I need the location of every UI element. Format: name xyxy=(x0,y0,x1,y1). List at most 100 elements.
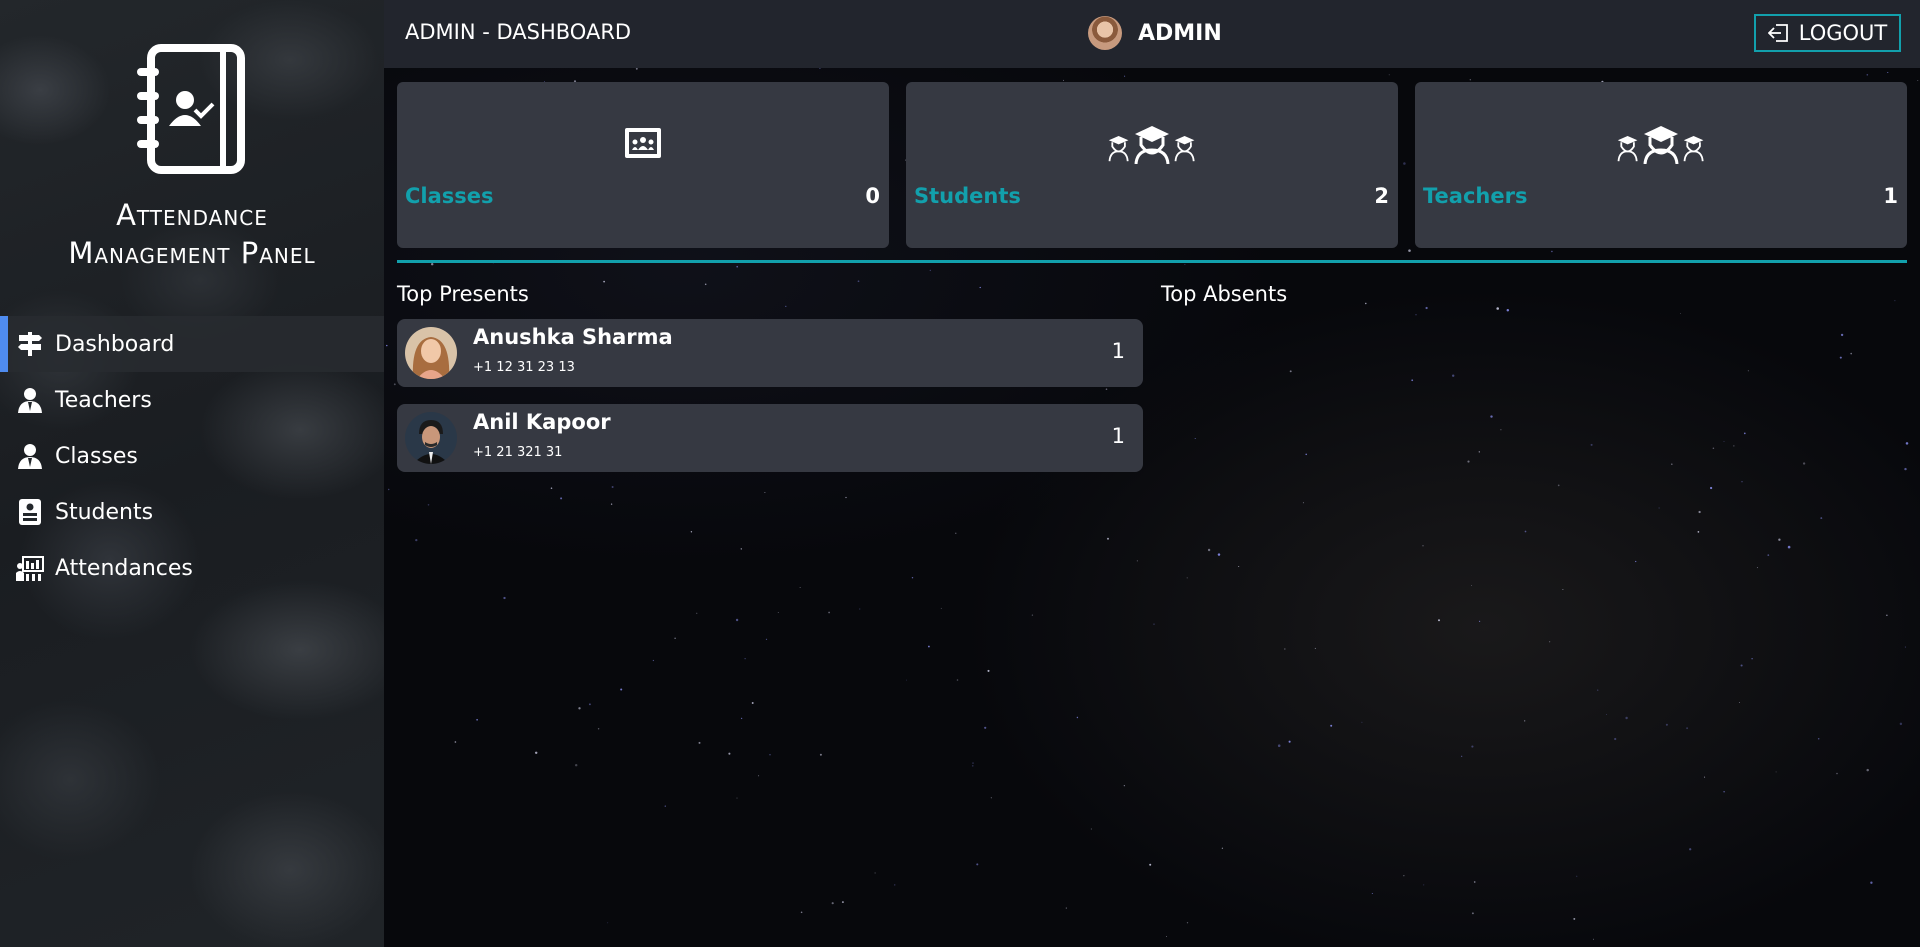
present-count: 1 xyxy=(1111,424,1125,448)
star xyxy=(955,532,957,534)
star xyxy=(1593,938,1594,940)
attendance-board-icon xyxy=(16,554,44,582)
star xyxy=(1712,447,1715,449)
star xyxy=(1590,443,1593,446)
star xyxy=(534,751,538,755)
star xyxy=(603,280,605,283)
star xyxy=(1186,922,1189,924)
star xyxy=(828,611,830,614)
star xyxy=(1136,560,1138,562)
star xyxy=(744,658,746,660)
star xyxy=(664,805,666,807)
star xyxy=(740,548,742,550)
star xyxy=(427,504,430,506)
star xyxy=(611,486,614,488)
star xyxy=(454,741,457,743)
star xyxy=(1917,80,1919,81)
sidebar-item-attendances[interactable]: Attendances xyxy=(0,540,384,596)
star xyxy=(1839,356,1842,359)
star xyxy=(696,612,698,614)
star xyxy=(1698,510,1701,514)
star xyxy=(1671,463,1673,466)
logout-icon xyxy=(1767,23,1790,43)
list-item[interactable]: Anushka Sharma +1 12 31 23 13 1 xyxy=(397,319,1143,387)
avatar xyxy=(405,327,457,379)
user-profile[interactable]: ADMIN xyxy=(1088,16,1222,50)
star xyxy=(1388,74,1390,76)
stat-count: 2 xyxy=(1374,184,1389,208)
star xyxy=(764,492,766,493)
app-title-line2: Management Panel xyxy=(68,236,316,270)
sidebar-item-dashboard[interactable]: Dashboard xyxy=(0,316,384,372)
star xyxy=(1817,738,1820,740)
sidebar-item-label: Dashboard xyxy=(55,331,175,357)
star xyxy=(1723,440,1725,442)
star xyxy=(874,872,876,874)
star xyxy=(620,688,623,691)
star xyxy=(674,637,676,639)
star xyxy=(1478,451,1480,453)
star xyxy=(927,645,930,648)
graduates-icon xyxy=(906,122,1398,166)
star xyxy=(1305,453,1307,456)
star xyxy=(1496,307,1499,310)
star xyxy=(736,265,738,268)
star xyxy=(984,726,987,729)
student-name: Anil Kapoor xyxy=(473,410,611,434)
star xyxy=(819,68,821,69)
divider xyxy=(397,260,1907,263)
star xyxy=(1697,531,1700,533)
address-book-icon xyxy=(137,44,245,174)
star xyxy=(1905,442,1909,445)
star xyxy=(1314,647,1316,649)
star xyxy=(785,305,787,308)
stat-card-teachers[interactable]: Teachers 1 xyxy=(1415,82,1907,248)
star xyxy=(956,679,959,681)
signpost-icon xyxy=(16,330,44,358)
page-title: ADMIN - DASHBOARD xyxy=(405,20,632,44)
star xyxy=(1478,620,1481,623)
stat-card-students[interactable]: Students 2 xyxy=(906,82,1398,248)
star xyxy=(1802,462,1806,465)
top-presents-title: Top Presents xyxy=(397,282,529,306)
star xyxy=(1576,875,1578,877)
stat-card-classes[interactable]: Classes 0 xyxy=(397,82,889,248)
star xyxy=(1836,772,1838,775)
graduates-icon xyxy=(1415,122,1907,166)
avatar xyxy=(405,412,457,464)
star xyxy=(1207,548,1211,552)
star xyxy=(1573,917,1576,920)
star xyxy=(1894,300,1896,302)
star xyxy=(1471,745,1474,748)
sidebar-item-label: Classes xyxy=(55,443,138,469)
star xyxy=(503,596,506,600)
star xyxy=(1149,863,1152,866)
star xyxy=(1365,302,1367,305)
star xyxy=(1330,724,1333,727)
star xyxy=(1452,374,1455,377)
top-absents-title: Top Absents xyxy=(1161,282,1288,306)
star xyxy=(1467,460,1470,463)
sidebar-item-teachers[interactable]: Teachers xyxy=(0,372,384,428)
star xyxy=(859,608,861,610)
star xyxy=(1665,723,1668,726)
star xyxy=(1221,847,1224,849)
sidebar-item-students[interactable]: Students xyxy=(0,484,384,540)
star xyxy=(1741,481,1743,483)
star xyxy=(1471,585,1472,587)
sidebar-item-classes[interactable]: Classes xyxy=(0,428,384,484)
star xyxy=(1423,884,1425,886)
stat-count: 0 xyxy=(865,184,880,208)
star xyxy=(574,763,578,767)
list-item[interactable]: Anil Kapoor +1 21 321 31 1 xyxy=(397,404,1143,472)
star xyxy=(1473,881,1476,883)
star xyxy=(1686,727,1689,730)
star xyxy=(1549,641,1551,643)
star xyxy=(588,703,591,706)
stat-count: 1 xyxy=(1883,184,1898,208)
logout-button[interactable]: LOGOUT xyxy=(1754,14,1901,52)
star xyxy=(690,531,693,533)
star xyxy=(819,753,822,756)
star xyxy=(1123,785,1125,787)
star xyxy=(1551,250,1553,253)
